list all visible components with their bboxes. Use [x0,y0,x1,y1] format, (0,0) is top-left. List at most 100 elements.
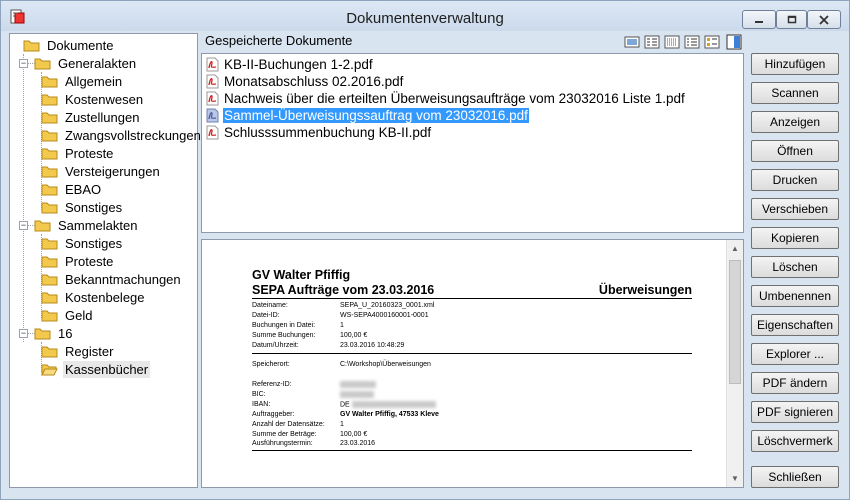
show-button[interactable]: Anzeigen [751,111,839,133]
folder-icon [34,328,51,339]
minimize-button[interactable] [742,10,776,29]
tree-item-register[interactable]: Register [41,342,115,360]
details-view-icon[interactable] [663,33,681,51]
folder-icon [41,256,58,267]
folder-icon [34,58,51,69]
close-window-button[interactable] [807,10,841,29]
properties-button[interactable]: Eigenschaften [751,314,839,336]
tree-item-label: Kostenwesen [65,91,144,107]
move-button[interactable]: Verschieben [751,198,839,220]
tree-item-kostenwesen[interactable]: Kostenwesen [41,90,145,108]
document-item[interactable]: Monatsabschluss 02.2016.pdf [206,73,404,90]
folder-icon [41,166,58,177]
tree-item-proteste[interactable]: Proteste [41,144,115,162]
document-list[interactable]: KB-II-Buchungen 1-2.pdf Monatsabschluss … [201,53,744,233]
tree-item-label: Bekanntmachungen [65,271,181,287]
folder-icon [41,184,58,195]
main-window: Dokumentenverwaltung Dokumente − General… [0,0,850,500]
large-icons-view-icon[interactable] [623,33,641,51]
preview-divider [252,353,692,354]
collapse-toggle[interactable]: − [19,59,28,68]
folder-icon [41,310,58,321]
close-button[interactable]: Schließen [751,466,839,488]
folder-icon [41,292,58,303]
open-folder-icon [41,364,58,375]
tree-item-ebao[interactable]: EBAO [41,180,103,198]
document-item[interactable]: KB-II-Buchungen 1-2.pdf [206,56,374,73]
scroll-down-arrow[interactable]: ▼ [727,470,743,487]
tree-item-geld[interactable]: Geld [41,306,94,324]
document-item-selected[interactable]: Sammel-Überweisungssauftrag vom 23032016… [206,107,529,124]
open-button[interactable]: Öffnen [751,140,839,162]
tree-item-16[interactable]: 16 [34,324,74,342]
tree-item-label: Sonstiges [65,199,123,215]
folder-icon [41,148,58,159]
tree-item-kassenbuecher[interactable]: Kassenbücher [41,360,151,378]
tree-item-label: Dokumente [47,37,114,53]
tree-item-zustellungen[interactable]: Zustellungen [41,108,141,126]
preview-pane-icon[interactable] [725,33,743,51]
tree-item-versteigerungen[interactable]: Versteigerungen [41,162,162,180]
tree-item-proteste[interactable]: Proteste [41,252,115,270]
pdf-edit-button[interactable]: PDF ändern [751,372,839,394]
delete-button[interactable]: Löschen [751,256,839,278]
tree-item-label: Zustellungen [65,109,140,125]
tree-item-generalakten[interactable]: Generalakten [34,54,138,72]
copy-button[interactable]: Kopieren [751,227,839,249]
folder-icon [41,112,58,123]
pdf-file-icon [206,108,219,123]
scroll-up-arrow[interactable]: ▲ [727,240,743,257]
folder-icon [41,202,58,213]
preview-title: SEPA Aufträge vom 23.03.2016 [252,283,435,297]
delete-mark-button[interactable]: Löschvermerk [751,430,839,452]
tree-item-label: Sonstiges [65,235,123,251]
rename-button[interactable]: Umbenennen [751,285,839,307]
title-bar: Dokumentenverwaltung [1,1,849,31]
tree-item-label: Geld [65,307,93,323]
document-name: Monatsabschluss 02.2016.pdf [224,74,404,89]
document-name: KB-II-Buchungen 1-2.pdf [224,57,373,72]
pdf-sign-button[interactable]: PDF signieren [751,401,839,423]
thumbnail-view-icon[interactable] [703,33,721,51]
tree-item-sonstiges[interactable]: Sonstiges [41,234,124,252]
collapse-toggle[interactable]: − [19,329,28,338]
tree-item-label: Versteigerungen [65,163,160,179]
tree-item-sammelakten[interactable]: Sammelakten [34,216,139,234]
tree-item-zwangsvollstreckungen[interactable]: Zwangsvollstreckungen [41,126,203,144]
tree-item-bekanntmachungen[interactable]: Bekanntmachungen [41,270,183,288]
preview-scrollbar[interactable]: ▲ ▼ [726,240,743,487]
tree-item-label: Kassenbücher [63,360,151,378]
document-name: Nachweis über die erteilten Überweisungs… [224,91,685,106]
explorer-button[interactable]: Explorer ... [751,343,839,365]
folder-icon [41,94,58,105]
tree-item-allgemein[interactable]: Allgemein [41,72,124,90]
pdf-file-icon [206,91,219,106]
preview-type: Überweisungen [598,283,692,297]
pdf-file-icon [206,125,219,140]
collapse-toggle[interactable]: − [19,221,28,230]
preview-divider [252,450,692,451]
document-item[interactable]: Schlusssummenbuchung KB-II.pdf [206,124,432,141]
tree-item-sonstiges[interactable]: Sonstiges [41,198,124,216]
pdf-file-icon [206,74,219,89]
tree-item-label: 16 [58,325,73,341]
tree-item-dokumente[interactable]: Dokumente [23,36,115,54]
folder-icon [41,274,58,285]
document-name: Sammel-Überweisungssauftrag vom 23032016… [223,108,529,123]
folder-icon [41,238,58,249]
folder-icon [23,40,40,51]
folder-icon [41,130,58,141]
tree-item-kostenbelege[interactable]: Kostenbelege [41,288,147,306]
tiles-view-icon[interactable] [683,33,701,51]
scan-button[interactable]: Scannen [751,82,839,104]
document-preview[interactable]: GV Walter Pfiffig SEPA Aufträge vom 23.0… [201,239,744,488]
folder-icon [41,346,58,357]
print-button[interactable]: Drucken [751,169,839,191]
preview-name: GV Walter Pfiffig [252,268,351,282]
scroll-thumb[interactable] [729,260,741,384]
document-item[interactable]: Nachweis über die erteilten Überweisungs… [206,90,686,107]
add-button[interactable]: Hinzufügen [751,53,839,75]
list-view-icon[interactable] [643,33,661,51]
folder-tree[interactable]: Dokumente − Generalakten Allgemein Koste… [9,33,201,488]
maximize-button[interactable] [776,10,807,29]
